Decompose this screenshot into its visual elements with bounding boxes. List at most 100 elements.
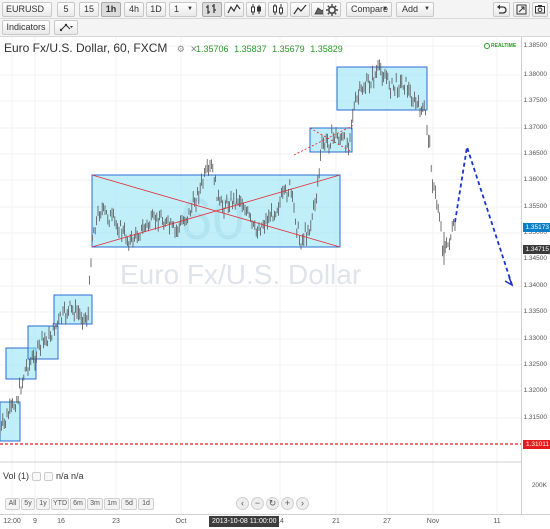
range-6m-button[interactable]: 6m — [70, 498, 86, 510]
realtime-label: REALTIME — [491, 43, 517, 49]
settings-button[interactable] — [323, 2, 341, 17]
chevron-down-icon: ▼ — [424, 6, 430, 12]
chart-grid — [0, 37, 521, 515]
indicators-label: Indicators — [6, 22, 46, 32]
price-label: 1.36500 — [523, 150, 548, 157]
realtime-badge: REALTIME — [484, 43, 516, 49]
interval-4h-button[interactable]: 4h — [124, 2, 144, 17]
top-toolbar: EURUSD 5 15 1h 4h 1D 1 ▼ Compare ▼ Add ▼ — [0, 0, 550, 19]
volume-settings-icon[interactable] — [32, 471, 42, 481]
price-label: 1.33500 — [523, 308, 548, 315]
line-style-button[interactable] — [290, 2, 310, 17]
range-5d-button[interactable]: 5d — [121, 498, 137, 510]
price-label: 1.37000 — [523, 124, 548, 131]
range-bar: All 5y 1y YTD 6m 3m 1m 5d 1d ‹ − ↻ + › — [0, 497, 521, 513]
scroll-right-button[interactable]: › — [296, 497, 309, 510]
bar-style-button[interactable] — [202, 2, 222, 17]
drawing-lines[interactable] — [0, 124, 521, 445]
symbol-title: Euro Fx/U.S. Dollar, 60, FXCM — [4, 41, 168, 55]
interval-1d-button[interactable]: 1D — [146, 2, 166, 17]
scroll-left-button[interactable]: ‹ — [236, 497, 249, 510]
price-chart[interactable] — [0, 37, 521, 515]
plus-icon: + — [284, 498, 291, 508]
bars-icon — [206, 4, 216, 14]
drawing-tools-icon — [59, 23, 73, 32]
line-style-icon — [293, 4, 307, 15]
range-1d-button[interactable]: 1d — [138, 498, 154, 510]
heikin-style-button[interactable] — [268, 2, 288, 17]
support-price-tag: 1.31011 — [523, 440, 550, 449]
chevron-left-icon: ‹ — [241, 498, 244, 508]
time-label: 12:00 — [3, 518, 21, 525]
price-label: 1.34000 — [523, 282, 548, 289]
drawing-tools-button[interactable] — [54, 20, 78, 35]
settings-icon[interactable]: ⚙ — [177, 44, 185, 54]
undo-icon — [497, 4, 507, 14]
gear-icon — [326, 4, 338, 16]
volume-value: n/a n/a — [56, 471, 84, 481]
chart-title: Euro Fx/U.S. Dollar, 60, FXCM ⚙ ✕ — [4, 41, 198, 55]
zoom-in-button[interactable]: + — [281, 497, 294, 510]
drawing-rectangles[interactable] — [0, 66, 428, 442]
range-1y-button[interactable]: 1y — [36, 498, 50, 510]
price-label: 1.34500 — [523, 255, 548, 262]
symbol-input[interactable]: EURUSD — [2, 2, 52, 17]
price-label: 1.31500 — [523, 414, 548, 421]
volume-close-icon[interactable] — [44, 471, 54, 481]
hollow-candles-icon — [273, 4, 283, 15]
reset-button[interactable]: ↻ — [266, 497, 279, 510]
volume-axis-label: 200K — [531, 482, 547, 489]
range-all-button[interactable]: All — [5, 498, 20, 510]
symbol-value: EURUSD — [6, 4, 45, 14]
interval-1h-button[interactable]: 1h — [101, 2, 121, 17]
undo-button[interactable] — [493, 2, 510, 17]
interval-5-button[interactable]: 5 — [57, 2, 75, 17]
crosshair-price-tag: 1.34715 — [523, 245, 550, 254]
refresh-icon: ↻ — [268, 498, 277, 508]
price-label: 1.38000 — [523, 71, 548, 78]
price-label: 1.32500 — [523, 361, 548, 368]
volume-legend: Vol (1) n/a n/a — [3, 471, 84, 481]
volume-label: Vol (1) — [3, 471, 30, 481]
time-label: 21 — [332, 518, 340, 525]
indicators-button[interactable]: Indicators — [2, 20, 50, 35]
range-3m-button[interactable]: 3m — [87, 498, 103, 510]
ohlc-close: 1.35829 — [310, 44, 343, 54]
price-label: 1.35500 — [523, 203, 548, 210]
range-ytd-button[interactable]: YTD — [51, 498, 69, 510]
time-label: 23 — [112, 518, 120, 525]
minus-icon: − — [254, 498, 261, 508]
price-axis[interactable]: 1.38500 1.38000 1.37500 1.37000 1.36500 … — [521, 37, 550, 515]
time-axis[interactable]: 12:00 9 16 23 Oct 14 21 27 Nov 11 2013-1… — [0, 514, 550, 529]
candles-style-button[interactable] — [224, 2, 244, 17]
add-button[interactable]: Add ▼ — [396, 2, 434, 17]
range-1m-button[interactable]: 1m — [104, 498, 120, 510]
ohlc-high: 1.35837 — [234, 44, 267, 54]
crosshair-time-tag: 2013-10-08 11:00:00 — [209, 516, 280, 527]
line-chart-icon — [227, 4, 241, 14]
chevron-right-icon: › — [301, 498, 304, 508]
time-label: 11 — [493, 518, 501, 525]
interval-dropdown[interactable]: 1 ▼ — [169, 2, 197, 17]
price-label: 1.37500 — [523, 97, 548, 104]
range-5y-button[interactable]: 5y — [21, 498, 35, 510]
secondary-toolbar: Indicators — [0, 19, 550, 37]
projection-arrowhead — [504, 276, 514, 287]
time-label: 9 — [33, 518, 37, 525]
fullscreen-button[interactable] — [513, 2, 530, 17]
price-label: 1.33000 — [523, 335, 548, 342]
ohlc-values: 1.35706 1.35837 1.35679 1.35829 — [196, 44, 346, 54]
zoom-out-button[interactable]: − — [251, 497, 264, 510]
time-label: Nov — [426, 518, 440, 525]
snapshot-button[interactable] — [532, 2, 548, 17]
area-style-button[interactable] — [246, 2, 266, 17]
projection-path[interactable] — [454, 146, 513, 286]
interval-dropdown-value: 1 — [174, 4, 180, 14]
compare-button[interactable]: Compare ▼ — [346, 2, 392, 17]
camera-icon — [535, 5, 545, 14]
interval-15-button[interactable]: 15 — [79, 2, 99, 17]
ohlc-open: 1.35706 — [196, 44, 229, 54]
price-label: 1.38500 — [523, 42, 548, 49]
ohlc-low: 1.35679 — [272, 44, 305, 54]
chevron-down-icon: ▼ — [187, 6, 193, 12]
